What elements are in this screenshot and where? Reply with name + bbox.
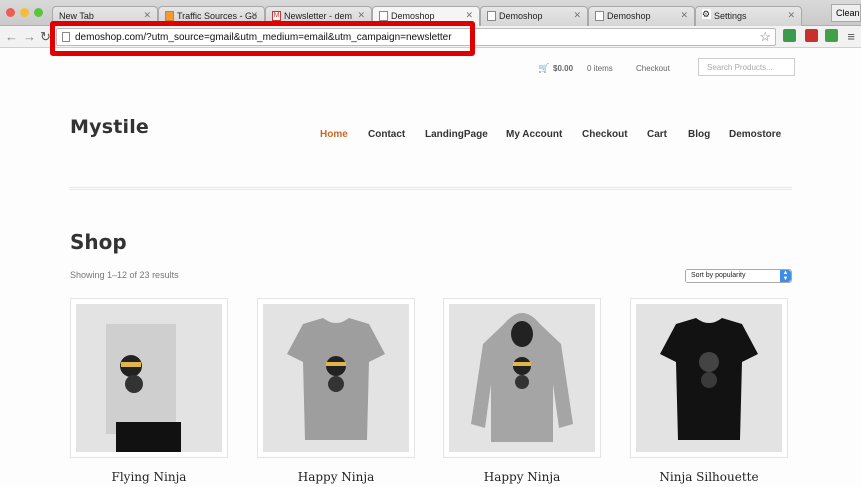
tshirt-black-image — [636, 304, 782, 452]
product-image[interactable] — [263, 304, 409, 452]
header-divider — [70, 187, 792, 190]
close-tab-icon[interactable]: ✕ — [250, 10, 258, 21]
gmail-icon: M — [272, 11, 281, 21]
sort-select[interactable]: Sort by popularity ▲ ▼ — [685, 269, 792, 283]
close-tab-icon[interactable]: ✕ — [573, 10, 581, 21]
nav-landingpage[interactable]: LandingPage — [425, 129, 488, 140]
product-card[interactable] — [257, 298, 415, 458]
product-image[interactable] — [76, 304, 222, 452]
poster-ninja-image — [76, 304, 222, 452]
minimize-window-button[interactable] — [20, 8, 29, 17]
tab-title: New Tab — [59, 11, 94, 21]
url-highlight-box — [50, 21, 475, 56]
tab-demoshop[interactable]: Demoshop ✕ — [588, 6, 695, 26]
nav-home[interactable]: Home — [320, 129, 348, 140]
cart-total[interactable]: $0.00 — [553, 64, 573, 73]
page-icon — [595, 11, 604, 21]
nav-cart[interactable]: Cart — [647, 129, 667, 140]
maximize-window-button[interactable] — [34, 8, 43, 17]
gear-icon: ⚙ — [702, 9, 711, 19]
tab-title: Demoshop — [607, 11, 651, 21]
select-arrows-icon: ▲ ▼ — [780, 270, 791, 282]
menu-icon[interactable]: ≡ — [847, 29, 855, 44]
clean-button[interactable]: Clean — [831, 4, 861, 22]
page-icon — [487, 11, 496, 21]
back-arrow-icon[interactable]: ← — [5, 29, 18, 44]
close-tab-icon[interactable]: ✕ — [787, 10, 795, 21]
product-card[interactable] — [443, 298, 601, 458]
sort-value: Sort by popularity — [691, 272, 746, 279]
page-title: Shop — [70, 230, 127, 254]
tshirt-grey-image — [263, 304, 409, 452]
tab-title: Demoshop — [499, 11, 543, 21]
tab-title: Demoshop — [391, 11, 435, 21]
cart-icon[interactable]: 🛒 — [538, 63, 549, 74]
product-name[interactable]: Flying Ninja — [70, 470, 228, 484]
nav-my-account[interactable]: My Account — [506, 129, 562, 140]
product-card[interactable] — [70, 298, 228, 458]
close-tab-icon[interactable]: ✕ — [465, 10, 473, 21]
tab-title: Traffic Sources - Go — [177, 11, 258, 21]
cart-item-count[interactable]: 0 items — [587, 64, 613, 73]
extension-icon[interactable] — [783, 29, 796, 42]
page-icon — [379, 11, 388, 21]
hoodie-grey-image — [449, 304, 595, 452]
product-image[interactable] — [636, 304, 782, 452]
tab-title: Settings — [714, 11, 747, 21]
tab-title: Newsletter - dem — [284, 11, 353, 21]
extension-icon[interactable] — [825, 29, 838, 42]
product-name[interactable]: Ninja Silhouette — [630, 470, 788, 484]
product-search-input[interactable]: Search Products... — [698, 58, 795, 76]
product-card[interactable] — [630, 298, 788, 458]
close-window-button[interactable] — [6, 8, 15, 17]
product-name[interactable]: Happy Ninja — [443, 470, 601, 484]
nav-blog[interactable]: Blog — [688, 129, 710, 140]
analytics-icon — [165, 11, 174, 21]
extension-icon[interactable] — [805, 29, 818, 42]
nav-contact[interactable]: Contact — [368, 129, 405, 140]
product-image[interactable] — [449, 304, 595, 452]
nav-checkout[interactable]: Checkout — [582, 129, 628, 140]
tab-settings[interactable]: ⚙ Settings ✕ — [695, 6, 802, 26]
result-count: Showing 1–12 of 23 results — [70, 270, 179, 280]
close-tab-icon[interactable]: ✕ — [143, 10, 151, 21]
checkout-top-link[interactable]: Checkout — [636, 64, 670, 73]
product-name[interactable]: Happy Ninja — [257, 470, 415, 484]
bookmark-star-icon[interactable]: ☆ — [759, 29, 771, 45]
close-tab-icon[interactable]: ✕ — [357, 10, 365, 21]
shop-top-bar: 🛒 $0.00 0 items Checkout Search Products… — [0, 58, 861, 78]
nav-demostore[interactable]: Demostore — [729, 129, 781, 140]
tab-demoshop[interactable]: Demoshop ✕ — [480, 6, 588, 26]
close-tab-icon[interactable]: ✕ — [680, 10, 688, 21]
site-logo[interactable]: Mystile — [70, 116, 149, 138]
forward-arrow-icon[interactable]: → — [23, 29, 36, 44]
